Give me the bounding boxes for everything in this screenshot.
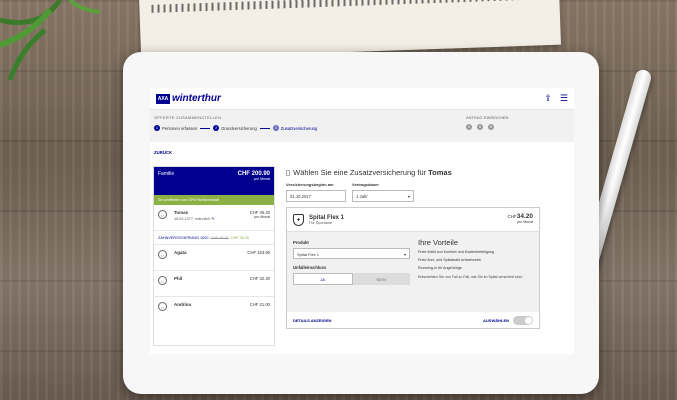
back-link[interactable]: ZURÜCK [154,150,172,155]
family-header[interactable]: Familie CHF 200.90 pro Monat [154,167,274,195]
product-sub: Für Spontane [309,220,333,225]
step-4-dot: 4 [466,124,472,130]
shield-icon: ✚ [293,213,304,226]
start-label: Versicherungsbeginn am [286,182,334,187]
family-per: pro Monat [253,177,270,181]
plant-decoration [0,0,101,80]
axa-logo: AXA [156,93,170,104]
unfall-label: Unfalleinschluss [293,265,327,270]
edit-pencil-icon[interactable]: ✎ [211,217,214,221]
discount-banner: Sie profitieren von 10% Familienrabatt [154,195,274,205]
produkt-select[interactable]: Spital Flex 1 ▾ [293,248,410,259]
person-details: 16.02.1977, männlich [174,217,211,221]
person-row-phil[interactable]: ◡ Phil CHF 32.30 [154,271,274,297]
document-icon: ▯ [286,168,291,177]
avatar-icon: ◡ [158,210,167,219]
vorteile-title: Ihre Vorteile [417,238,459,247]
start-date-input[interactable]: 01.10.2017 [286,190,346,202]
family-panel: Familie CHF 200.90 pro Monat Sie profiti… [153,166,275,346]
chevron-down-icon: ▾ [407,194,410,199]
duration-label: Vertragsdauer [352,182,379,187]
step-2-dot: 2 [213,125,220,131]
duration-select[interactable]: 1 Jahr ▾ [352,190,414,202]
avatar-icon: ◡ [158,302,167,311]
product-per: pro Monat [517,220,533,224]
step-1-dot: 1 [154,125,160,131]
avatar-icon: ◡ [158,250,167,259]
product-card: ✚ Spital Flex 1 Für Spontane CHF34.20 pr… [286,207,540,329]
unfall-no-button[interactable]: NEIN [352,273,410,285]
step-1-label[interactable]: Personen erfassen [162,126,197,131]
winterthur-logo-text: winterthur [172,93,221,104]
person-price: CHF 21.00 [249,302,270,307]
page-heading: ▯ Wählen Sie eine Zusatzversicherung für… [286,168,542,177]
heading-text: Wählen Sie eine Zusatzversicherung für [293,168,427,177]
step-2-label[interactable]: Grundversicherung [221,126,257,131]
auswaehlen-label[interactable]: AUSWÄHLEN [483,318,509,323]
person-per: pro Monat [254,215,270,219]
step-5-dot: 5 [477,124,483,130]
details-link[interactable]: DETAILS ANZEIGEN [293,318,331,323]
step-3-label[interactable]: Zusatzversicherung [281,126,318,131]
app-screen: AXA winterthur ⇪ ☰ OFFERTE ZUSAMMENSTELL… [150,88,574,354]
antrag-section: ANTRAG EINREICHEN 4 5 6 [466,115,508,130]
step-3-dot: 3 [272,125,279,131]
zusatz-row[interactable]: ZAHNVERSICHERUNG 1000 CHF 48.00 CHF 45.2… [154,231,274,245]
person-name: Agata [174,250,187,255]
zusatz-label: ZAHNVERSICHERUNG 1000 [158,235,209,240]
person-row-tomas[interactable]: ◡ Tomas 16.02.1977, männlich ✎ CHF 45.20… [154,205,274,231]
produkt-label: Produkt [293,240,309,245]
heading-name: Tomas [428,168,452,177]
avatar-icon: ◡ [158,276,167,285]
zusatz-old-price: CHF 48.00 [210,235,229,240]
unfall-yes-button[interactable]: JA [293,273,353,285]
product-name: Spital Flex 1 [309,214,345,221]
vorteil-item: Freie Wahl von Komfort und Kostenbeteili… [417,250,495,254]
person-name: Tomas [174,210,189,215]
person-row-andrina[interactable]: ◡ Andrina CHF 21.00 [154,297,274,323]
vorteile-note: Entscheiden Sie von Fall zu Fall, wie Si… [417,275,523,279]
chevron-down-icon: ▾ [403,252,406,257]
antrag-title: ANTRAG EINREICHEN [466,115,509,120]
zusatz-new-price: CHF 45.20 [230,235,250,240]
product-currency: CHF [507,214,517,219]
product-price: 34.20 [516,213,533,220]
product-header: ✚ Spital Flex 1 Für Spontane CHF34.20 pr… [287,208,539,232]
top-bar: AXA winterthur ⇪ ☰ [150,88,574,110]
progress-steps: OFFERTE ZUSAMMENSTELLEN 1 Personen erfas… [150,110,574,142]
selection-area: ▯ Wählen Sie eine Zusatzversicherung für… [286,168,542,329]
vorteil-item: Freie Arzt- und Spitalwahl schweizweit [417,258,481,262]
share-icon[interactable]: ⇪ [544,93,552,104]
unfall-toggle: JA NEIN [293,273,410,285]
step-6-dot: 6 [488,124,494,130]
menu-icon[interactable]: ☰ [560,93,568,104]
person-name: Andrina [174,302,192,307]
person-row-agata[interactable]: ◡ Agata CHF 153.90 [154,245,274,271]
select-toggle[interactable] [513,315,533,325]
person-name: Phil [174,276,183,281]
vorteile-list: Freie Wahl von Komfort und Kostenbeteili… [418,250,533,270]
person-price: CHF 32.30 [249,276,270,281]
vorteil-item: Rooming-in für Angehörige [417,266,462,270]
person-price: CHF 153.90 [247,250,270,255]
